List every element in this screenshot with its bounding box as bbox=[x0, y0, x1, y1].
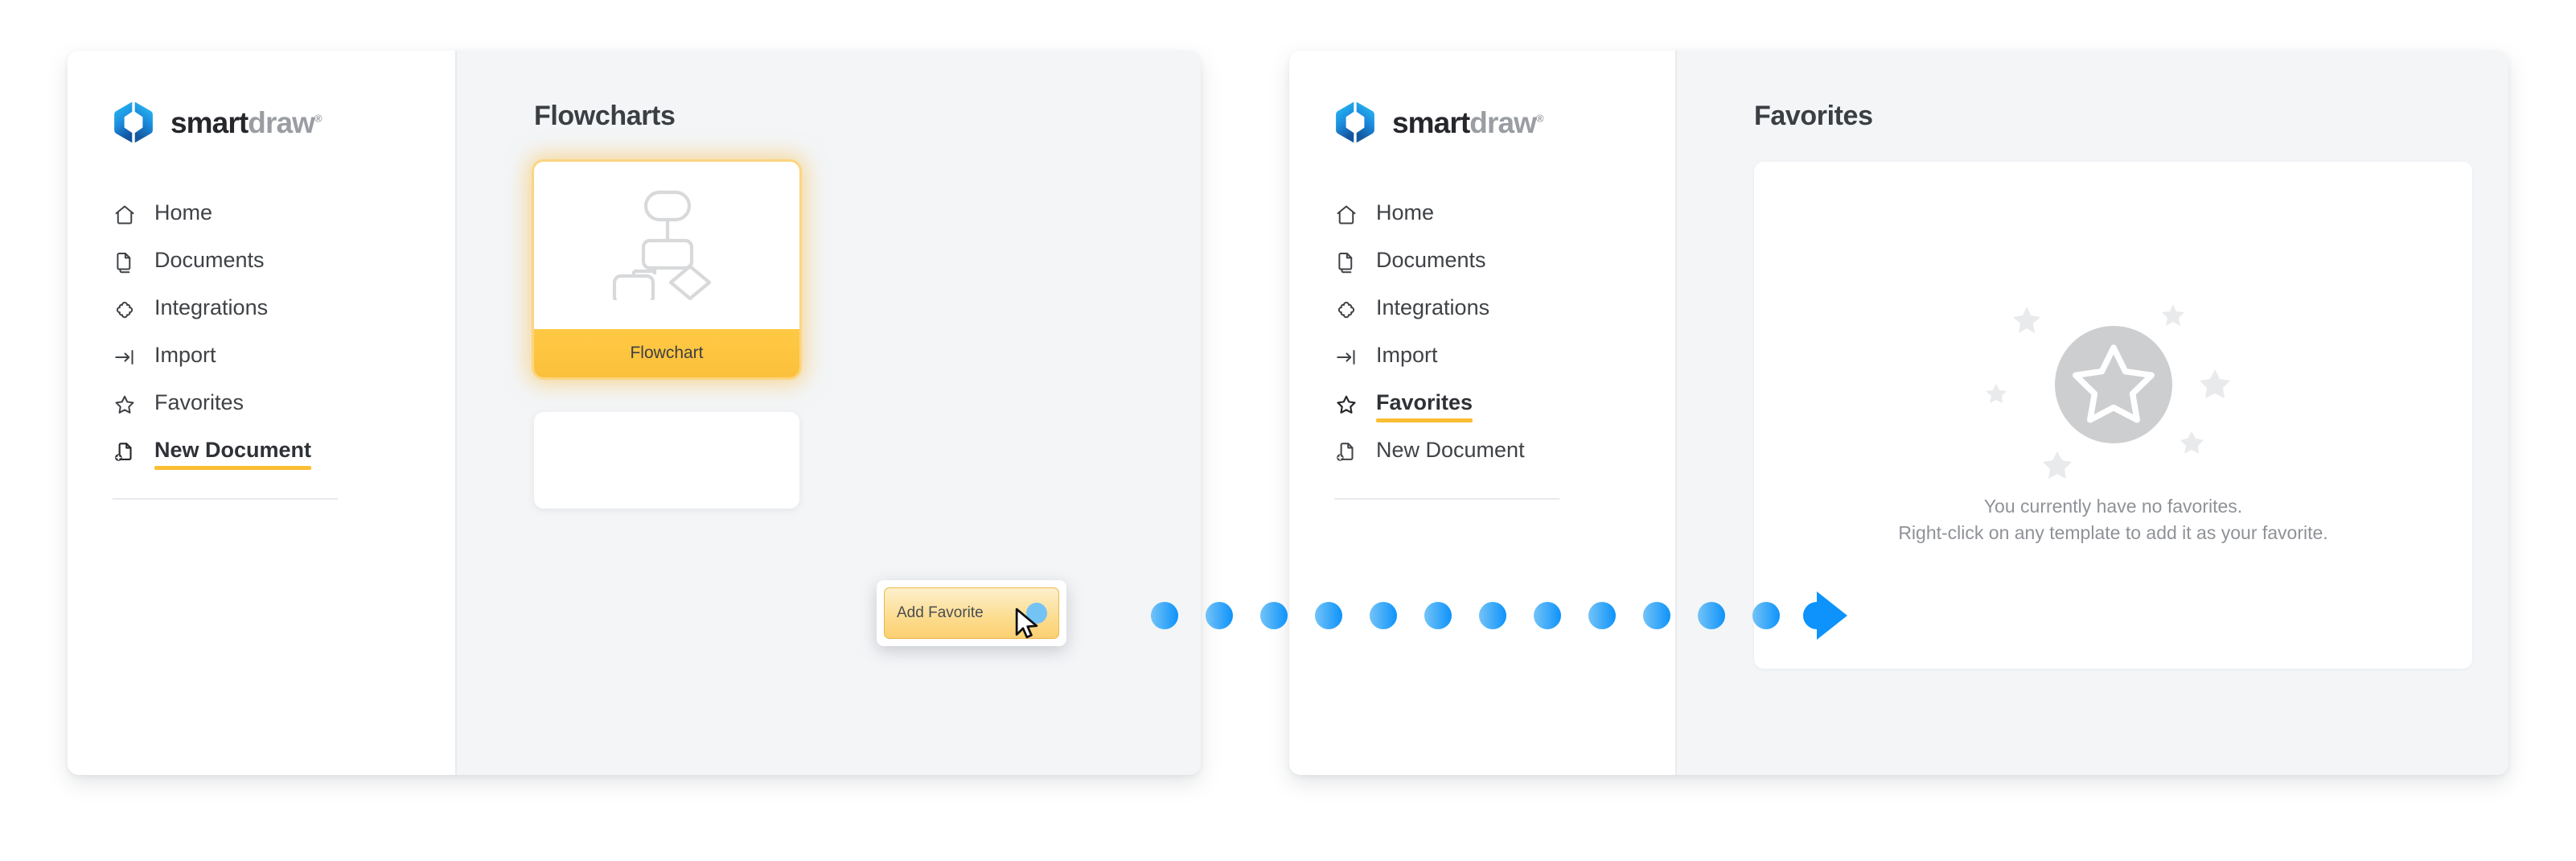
dotted-connector-line bbox=[1150, 599, 1802, 636]
sidebar-item-favorites[interactable]: Favorites bbox=[113, 381, 455, 428]
sidebar-item-home[interactable]: Home bbox=[113, 191, 455, 238]
brand-name-gray: draw bbox=[248, 105, 315, 139]
sidebar-item-label: Favorites bbox=[154, 390, 244, 414]
mouse-cursor-icon bbox=[1009, 606, 1045, 641]
sidebar-item-integrations[interactable]: Integrations bbox=[1334, 286, 1675, 333]
import-icon bbox=[1334, 345, 1358, 369]
sidebar-item-label: Home bbox=[154, 200, 213, 225]
template-card-next[interactable] bbox=[534, 412, 799, 509]
star-icon bbox=[1334, 393, 1358, 417]
right-content-area: Favorites You currently have no favorite… bbox=[1677, 51, 2508, 775]
sidebar-item-label: Import bbox=[154, 343, 216, 367]
favorites-empty-message: You currently have no favorites. Right-c… bbox=[1898, 493, 2327, 546]
sidebar-item-label: New Document bbox=[154, 439, 312, 470]
documents-icon bbox=[113, 250, 137, 274]
page-title: Favorites bbox=[1754, 101, 1873, 131]
template-card-label: Flowchart bbox=[534, 329, 799, 377]
brand-logo-left[interactable]: smartdraw® bbox=[113, 101, 455, 144]
sidebar-item-label: Home bbox=[1376, 200, 1435, 225]
brand-wordmark: smartdraw® bbox=[171, 105, 323, 139]
star-icon bbox=[113, 393, 137, 417]
favorites-empty-line-2: Right-click on any template to add it as… bbox=[1898, 522, 2328, 543]
brand-wordmark: smartdraw® bbox=[1392, 105, 1544, 139]
sidebar-item-favorites[interactable]: Favorites bbox=[1334, 381, 1675, 428]
context-menu-item-label: Add Favorite bbox=[897, 604, 984, 621]
integrations-icon bbox=[113, 298, 137, 322]
brand-name-dark: smart bbox=[171, 105, 249, 139]
integrations-icon bbox=[1334, 298, 1358, 322]
documents-icon bbox=[1334, 250, 1358, 274]
smartdraw-hexagon-logo bbox=[113, 101, 154, 144]
brand-name-dark: smart bbox=[1392, 105, 1470, 139]
sidebar-divider bbox=[113, 498, 338, 500]
sidebar-item-label: Integrations bbox=[154, 295, 269, 319]
left-content-area: Flowcharts Flowchart bbox=[457, 51, 1201, 775]
sidebar-item-label: Import bbox=[1376, 343, 1438, 367]
sidebar-item-label: Integrations bbox=[1376, 295, 1490, 319]
sidebar-item-new-document[interactable]: New Document bbox=[113, 428, 455, 476]
brand-name-gray: draw bbox=[1469, 105, 1537, 139]
sidebar-item-documents[interactable]: Documents bbox=[1334, 238, 1675, 286]
right-sidebar: smartdraw® Home Documents Integrations I… bbox=[1289, 51, 1677, 775]
right-nav: Home Documents Integrations Import Favor… bbox=[1334, 191, 1675, 500]
star-in-circle-with-sparkles-icon bbox=[1977, 284, 2250, 485]
sidebar-divider bbox=[1334, 498, 1559, 500]
sidebar-item-label: New Document bbox=[1376, 438, 1525, 462]
import-icon bbox=[113, 345, 137, 369]
sidebar-item-label: Favorites bbox=[1376, 392, 1473, 422]
sidebar-item-import[interactable]: Import bbox=[1334, 333, 1675, 381]
left-nav: Home Documents Integrations Import Favor… bbox=[113, 191, 455, 500]
connector-arrowhead-icon bbox=[1797, 590, 1854, 645]
brand-logo-right[interactable]: smartdraw® bbox=[1334, 101, 1675, 144]
page-title: Flowcharts bbox=[534, 101, 676, 131]
template-thumbnail bbox=[534, 162, 799, 329]
new-document-icon bbox=[113, 440, 137, 464]
right-app-window: smartdraw® Home Documents Integrations I… bbox=[1289, 51, 2508, 775]
sidebar-item-integrations[interactable]: Integrations bbox=[113, 286, 455, 333]
favorites-empty-state-card: You currently have no favorites. Right-c… bbox=[1754, 162, 2472, 669]
sidebar-item-home[interactable]: Home bbox=[1334, 191, 1675, 238]
sidebar-item-label: Documents bbox=[154, 248, 265, 272]
screenshot-stage: smartdraw® Home Documents Integrations I… bbox=[0, 0, 2576, 861]
home-icon bbox=[113, 203, 137, 227]
favorites-empty-line-1: You currently have no favorites. bbox=[1983, 495, 2243, 517]
template-card-flowchart[interactable]: Flowchart bbox=[534, 162, 799, 377]
brand-registered-mark: ® bbox=[1536, 112, 1544, 125]
left-app-window: smartdraw® Home Documents Integrations I… bbox=[68, 51, 1201, 775]
brand-registered-mark: ® bbox=[314, 112, 323, 125]
left-sidebar: smartdraw® Home Documents Integrations I… bbox=[68, 51, 457, 775]
smartdraw-hexagon-logo bbox=[1334, 101, 1376, 144]
sidebar-item-documents[interactable]: Documents bbox=[113, 238, 455, 286]
sidebar-item-import[interactable]: Import bbox=[113, 333, 455, 381]
home-icon bbox=[1334, 203, 1358, 227]
flowchart-diagram-icon bbox=[598, 187, 735, 305]
sidebar-item-new-document[interactable]: New Document bbox=[1334, 428, 1675, 476]
sidebar-item-label: Documents bbox=[1376, 248, 1486, 272]
new-document-icon bbox=[1334, 440, 1358, 464]
